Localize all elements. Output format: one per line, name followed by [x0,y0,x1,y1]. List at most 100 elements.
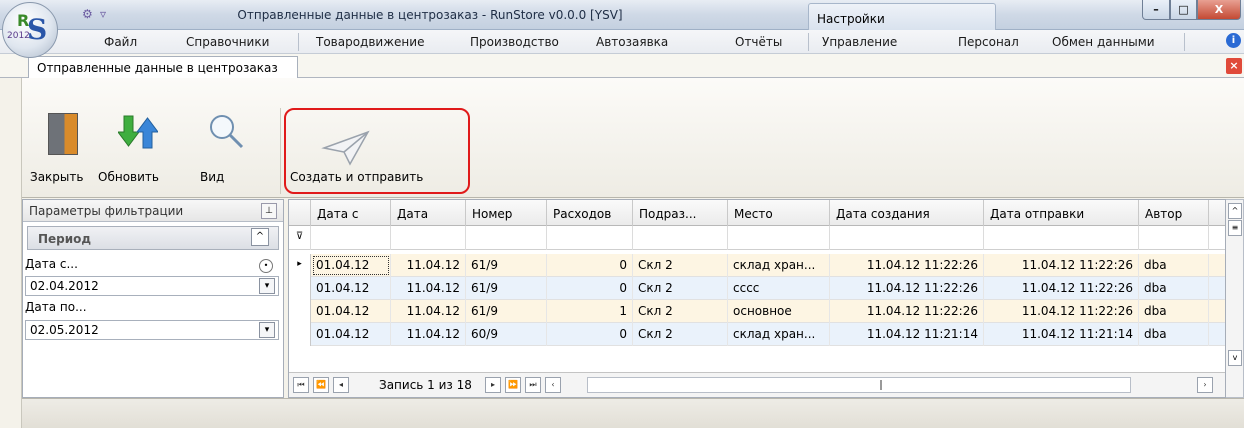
column-header[interactable]: Расходов [547,200,633,226]
column-header[interactable]: Дата отправки [984,200,1139,226]
column-header[interactable]: Место [728,200,830,226]
prev-record-icon[interactable]: ◂ [333,377,349,393]
filter-cell[interactable] [633,226,728,250]
clear-circle-icon[interactable]: • [259,259,273,273]
table-cell[interactable]: Скл 2 [633,254,728,277]
horizontal-scrollbar[interactable] [587,377,1131,393]
table-cell[interactable]: 0 [547,254,633,277]
column-header[interactable]: Дата [391,200,466,226]
table-cell[interactable]: склад хран... [728,254,830,277]
menu-references[interactable]: Справочники [186,35,269,49]
refresh-button-label[interactable]: Обновить [98,170,159,184]
quick-access-icon[interactable]: ⚙ [82,7,93,21]
close-button-label[interactable]: Закрыть [30,170,83,184]
menu-goods-movement[interactable]: Товародвижение [316,35,424,49]
filter-cell[interactable] [1139,226,1209,250]
date-to-field[interactable]: 02.05.2012 [25,320,279,340]
filter-cell[interactable] [547,226,633,250]
settings-tab[interactable]: Настройки [808,3,996,30]
row-indicator[interactable] [289,323,311,346]
chevron-down-icon[interactable]: ▾ [259,278,275,294]
app-logo[interactable]: R S 2012 [2,2,58,58]
table-cell[interactable]: 11.04.12 11:22:26 [830,277,984,300]
table-cell[interactable]: 11.04.12 [391,323,466,346]
close-window-button[interactable]: X [1197,0,1241,20]
column-header[interactable]: Подраз... [633,200,728,226]
maximize-button[interactable]: □ [1170,0,1197,20]
next-page-icon[interactable]: ⏩ [505,377,521,393]
next-record-icon[interactable]: ▸ [485,377,501,393]
table-cell[interactable]: dba [1139,300,1209,323]
table-cell[interactable]: 11.04.12 11:21:14 [830,323,984,346]
table-cell[interactable]: dba [1139,323,1209,346]
table-cell[interactable]: 01.04.12 [311,323,391,346]
last-page-icon[interactable]: ⏭ [525,377,541,393]
scroll-right-icon[interactable]: › [1197,377,1213,393]
column-header[interactable]: Дата создания [830,200,984,226]
table-cell[interactable]: dba [1139,254,1209,277]
menu-management[interactable]: Управление [822,35,897,49]
scroll-down-icon[interactable]: v [1228,350,1242,366]
row-indicator[interactable] [289,300,311,323]
column-header[interactable]: Автор [1139,200,1209,226]
menu-production[interactable]: Производство [470,35,559,49]
row-indicator[interactable] [289,277,311,300]
close-document-icon[interactable]: × [1226,58,1242,74]
door-icon[interactable] [48,113,78,155]
column-header[interactable]: Номер [466,200,547,226]
table-row[interactable]: 01.04.12 11.04.12 61/9 1 Скл 2 основное 11.04.… [289,300,1225,323]
table-cell[interactable]: 61/9 [466,254,547,277]
table-cell[interactable]: 01.04.12 [311,254,391,277]
scroll-thumb[interactable] [880,380,882,390]
table-cell[interactable]: Скл 2 [633,323,728,346]
chevron-down-icon[interactable]: ▾ [259,322,275,338]
first-page-icon[interactable]: ⏮ [293,377,309,393]
table-cell[interactable]: 11.04.12 11:22:26 [984,300,1139,323]
scroll-up-icon[interactable]: ^ [1228,203,1242,219]
table-cell[interactable]: 01.04.12 [311,277,391,300]
table-cell[interactable]: сссс [728,277,830,300]
filter-cell[interactable] [984,226,1139,250]
row-indicator[interactable]: ▸ [289,254,311,277]
magnifier-icon[interactable] [206,112,246,152]
table-cell[interactable]: 11.04.12 11:22:26 [830,254,984,277]
filter-cell[interactable] [311,226,391,250]
table-row[interactable]: 01.04.12 11.04.12 60/9 0 Скл 2 склад хран... 1… [289,323,1225,346]
table-cell[interactable]: 0 [547,277,633,300]
view-button-label[interactable]: Вид [200,170,224,184]
table-cell[interactable]: 11.04.12 [391,277,466,300]
prev-page-icon[interactable]: ⏪ [313,377,329,393]
table-cell[interactable]: 11.04.12 [391,254,466,277]
menu-data-exchange[interactable]: Обмен данными [1052,35,1155,49]
pin-icon[interactable]: ⊥ [261,203,277,219]
table-cell[interactable]: 11.04.12 11:22:26 [984,254,1139,277]
column-chooser-icon[interactable]: ≡ [1228,220,1242,236]
table-cell[interactable]: 61/9 [466,300,547,323]
table-cell[interactable]: 1 [547,300,633,323]
filter-cell[interactable] [728,226,830,250]
period-group-header[interactable]: Период [27,226,279,250]
quick-access-dropdown-icon[interactable]: ▿ [100,7,106,21]
info-icon[interactable]: i [1226,33,1241,48]
table-cell[interactable]: 01.04.12 [311,300,391,323]
minimize-button[interactable]: – [1142,0,1170,20]
table-cell[interactable]: 11.04.12 11:22:26 [830,300,984,323]
collapse-icon[interactable]: ^ [251,228,269,246]
table-row[interactable]: ▸ 01.04.12 11.04.12 61/9 0 Скл 2 склад хран...… [289,254,1225,277]
table-cell[interactable]: dba [1139,277,1209,300]
date-from-field[interactable]: 02.04.2012 [25,276,279,296]
vertical-scrollbar[interactable]: ^ ≡ v [1226,199,1244,398]
menu-reports[interactable]: Отчёты [735,35,782,49]
table-row[interactable]: 01.04.12 11.04.12 61/9 0 Скл 2 сссс 11.04.12 1… [289,277,1225,300]
table-cell[interactable]: Скл 2 [633,300,728,323]
menu-auto-order[interactable]: Автозаявка [596,35,668,49]
refresh-icon[interactable] [118,112,158,152]
menu-personnel[interactable]: Персонал [958,35,1019,49]
table-cell[interactable]: Скл 2 [633,277,728,300]
table-cell[interactable]: основное [728,300,830,323]
table-cell[interactable]: 11.04.12 11:22:26 [984,277,1139,300]
scroll-left-icon[interactable]: ‹ [545,377,561,393]
table-cell[interactable]: склад хран... [728,323,830,346]
filter-cell[interactable] [466,226,547,250]
table-cell[interactable]: 11.04.12 11:21:14 [984,323,1139,346]
